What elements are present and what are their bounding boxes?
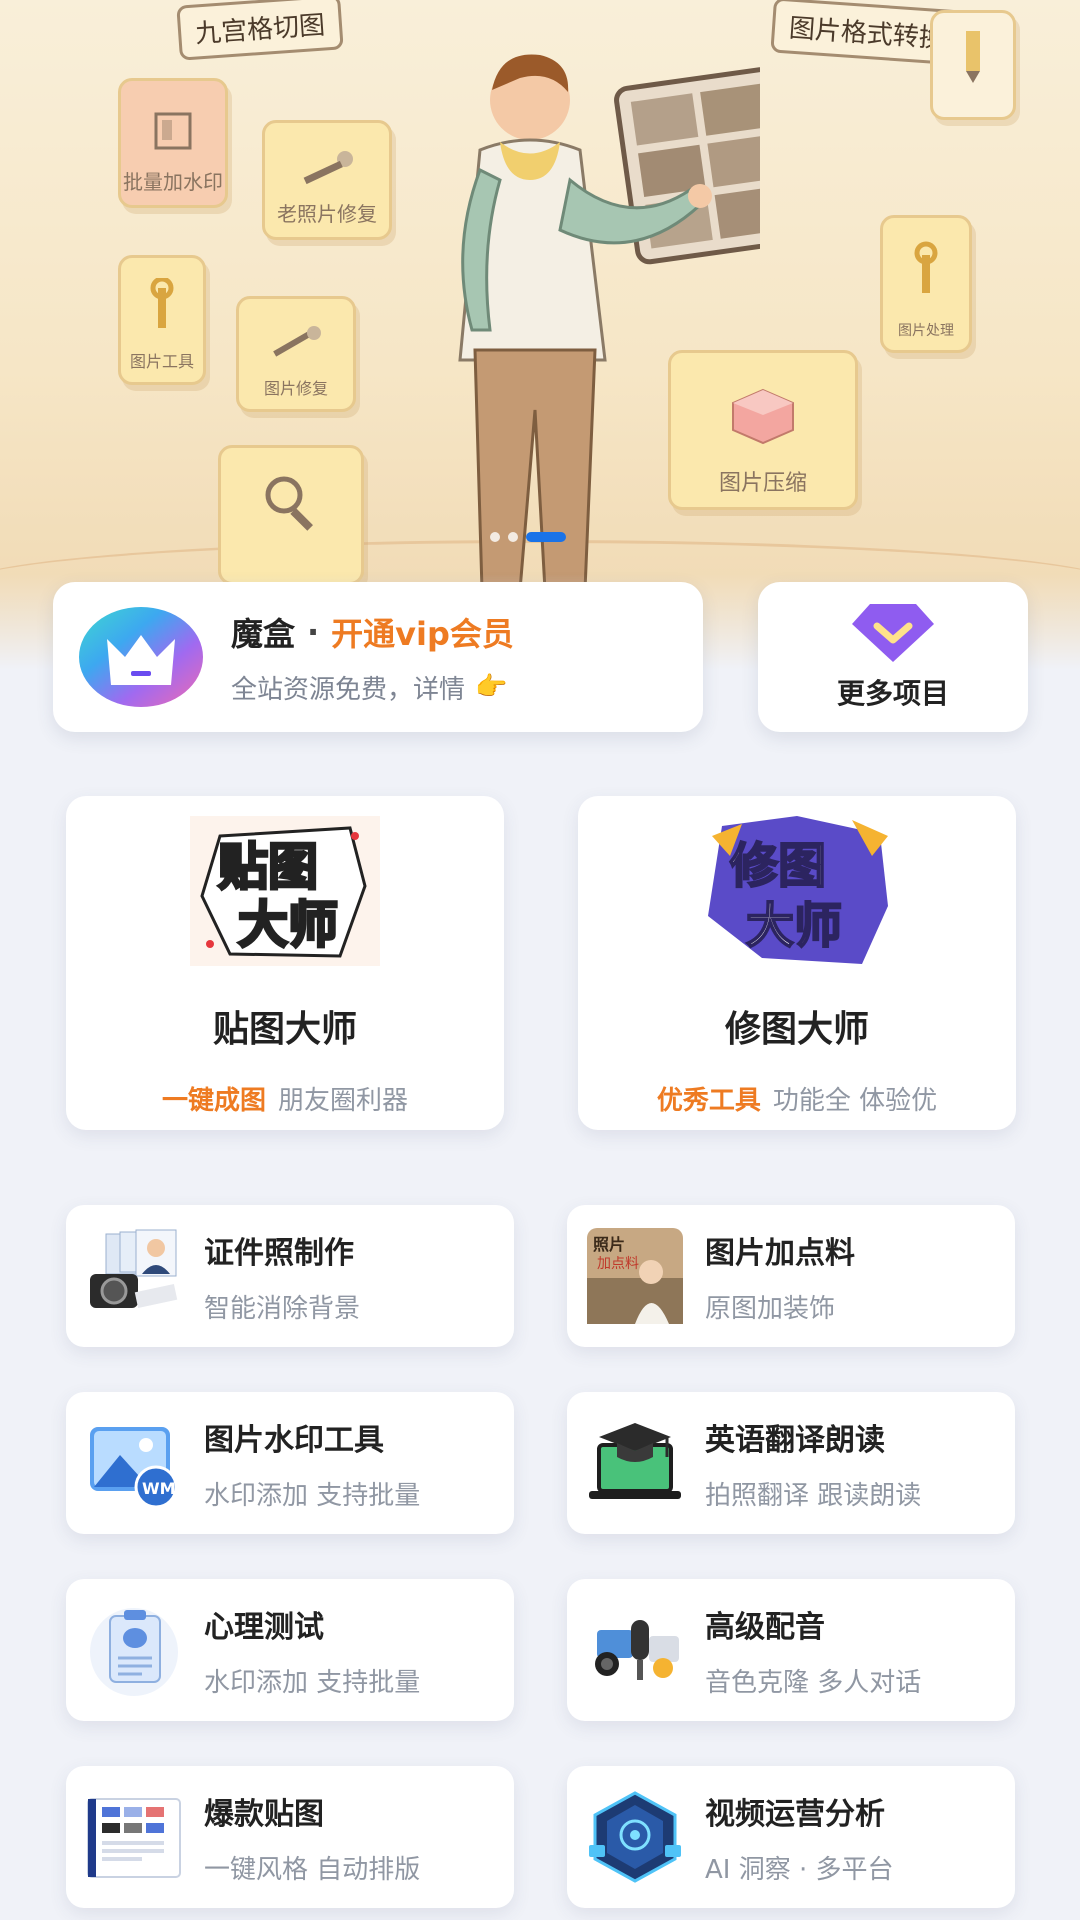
id-photo-camera-icon (90, 1229, 178, 1308)
svg-text:WM: WM (142, 1479, 176, 1498)
tool-title: 图片水印工具 (204, 1422, 384, 1458)
featured-desc: 朋友圈利器 (278, 1086, 409, 1116)
pointing-hand-icon: 👉 (475, 672, 508, 702)
featured-subtitle: 一键成图 朋友圈利器 (162, 1080, 408, 1117)
tool-desc: AI 洞察 · 多平台 (705, 1854, 894, 1885)
graduation-laptop-icon (589, 1423, 681, 1499)
brain-clipboard-icon (90, 1608, 178, 1696)
vip-brand: 魔盒 (231, 614, 296, 653)
banner-tile-repair2: 图片修复 (236, 296, 356, 412)
featured-title: 修图大师 (724, 1009, 869, 1050)
vip-subtitle: 全站资源免费，详情 👉 (231, 669, 514, 706)
featured-card-sticker-master[interactable]: 贴图 大师 贴图大师 一键成图 朋友圈利器 (66, 796, 504, 1130)
key-tile-icon (273, 326, 321, 357)
banner-tile-search (218, 445, 364, 585)
vip-title: 魔盒 · 开通vip会员 (231, 609, 514, 655)
vip-cta-text[interactable]: 开通vip会员 (331, 609, 514, 655)
featured-highlight: 一键成图 (161, 1086, 266, 1116)
svg-text:照片: 照片 (593, 1235, 625, 1254)
banner-tile-watermark: 批量加水印 (118, 78, 228, 208)
retouch-master-art: 修图 大师 (708, 816, 888, 964)
tool-desc: 原图加装饰 (705, 1293, 836, 1324)
featured-card-retouch-master[interactable]: 修图 大师 修图大师 优秀工具 功能全 体验优 (578, 796, 1016, 1130)
hero-banner[interactable]: 九宫格切图 图片格式转换 批量加水印 老照片修复 图片工具 图片修复 图片压缩 … (0, 0, 1080, 670)
tool-desc: 音色克隆 多人对话 (705, 1667, 922, 1698)
sticker-master-art: 贴图 大师 (190, 816, 380, 966)
tool-title: 图片加点料 (705, 1235, 855, 1271)
tool-title: 证件照制作 (204, 1235, 354, 1271)
tool-title: 英语翻译朗读 (705, 1422, 885, 1458)
tool-card-id-photo[interactable]: 证件照制作 智能消除背景 (66, 1205, 514, 1347)
banner-tile-pencil (930, 10, 1016, 120)
svg-text:加点料: 加点料 (597, 1256, 639, 1272)
art-text-line1: 贴图 (218, 838, 318, 896)
tool-desc: 一键风格 自动排版 (204, 1854, 421, 1885)
art-text-line2: 大师 (238, 896, 338, 954)
vip-separator: · (307, 612, 320, 651)
crown-logo-icon (79, 607, 203, 707)
vip-subtitle-text: 全站资源免费，详情 (231, 674, 466, 705)
tool-title: 心理测试 (204, 1609, 324, 1645)
banner-tile-repair: 老照片修复 (262, 120, 392, 240)
photo-decorate-thumb: 照片 加点料 (587, 1228, 683, 1324)
carousel-dot-2[interactable] (508, 532, 518, 542)
featured-title: 贴图大师 (212, 1009, 357, 1050)
illustrated-person (458, 54, 760, 590)
more-projects-label: 更多项目 (836, 677, 949, 710)
tool-title: 高级配音 (705, 1609, 825, 1645)
tool-title: 视频运营分析 (705, 1796, 885, 1832)
tool-card-photo-decorate[interactable]: 照片 加点料 图片加点料 原图加装饰 (567, 1205, 1015, 1347)
featured-subtitle: 优秀工具 功能全 体验优 (657, 1080, 937, 1117)
art-text-line1: 修图 (730, 838, 826, 894)
pencil-tile-icon (966, 30, 980, 83)
tool-card-viral-sticker[interactable]: 爆款贴图 一键风格 自动排版 (66, 1766, 514, 1908)
tool-desc: 水印添加 支持批量 (204, 1667, 421, 1698)
carousel-indicator[interactable] (490, 532, 566, 542)
tool-card-psych-test[interactable]: 心理测试 水印添加 支持批量 (66, 1579, 514, 1721)
tool-title: 爆款贴图 (204, 1796, 324, 1832)
watermark-image-icon: WM (90, 1427, 178, 1509)
tool-card-video-analysis[interactable]: 视频运营分析 AI 洞察 · 多平台 (567, 1766, 1015, 1908)
banner-sign-grid9: 九宫格切图 (176, 0, 344, 61)
tool-card-watermark[interactable]: WM 图片水印工具 水印添加 支持批量 (66, 1392, 514, 1534)
wrench-tile-icon (303, 150, 353, 184)
vip-membership-card[interactable]: 魔盒 · 开通vip会员 全站资源免费，详情 👉 (53, 582, 703, 732)
spanner-tile-icon-2 (914, 241, 938, 293)
more-projects-button[interactable]: 更多项目 (758, 582, 1028, 732)
tool-card-voiceover[interactable]: 高级配音 音色克隆 多人对话 (567, 1579, 1015, 1721)
banner-tile-spanner: 图片处理 (880, 215, 972, 353)
art-text-line2: 大师 (746, 898, 842, 954)
featured-highlight: 优秀工具 (656, 1086, 761, 1116)
diamond-chevron-icon (852, 604, 934, 662)
dashboard-screenshot-icon (87, 1798, 181, 1878)
ai-analysis-badge-icon (589, 1791, 681, 1883)
tool-card-english-translate[interactable]: 英语翻译朗读 拍照翻译 跟读朗读 (567, 1392, 1015, 1534)
featured-desc: 功能全 体验优 (772, 1086, 938, 1116)
microphone-studio-icon (595, 1620, 679, 1680)
spanner-tile-icon (150, 277, 174, 328)
watermark-tile-icon (154, 112, 192, 150)
tool-desc: 拍照翻译 跟读朗读 (705, 1480, 922, 1511)
carousel-dot-3-active[interactable] (526, 532, 566, 542)
tool-desc: 水印添加 支持批量 (204, 1480, 421, 1511)
tool-desc: 智能消除背景 (204, 1293, 361, 1324)
carousel-dot-1[interactable] (490, 532, 500, 542)
magnifier-tile-icon (265, 476, 313, 531)
banner-tile-tool: 图片工具 (118, 255, 206, 385)
